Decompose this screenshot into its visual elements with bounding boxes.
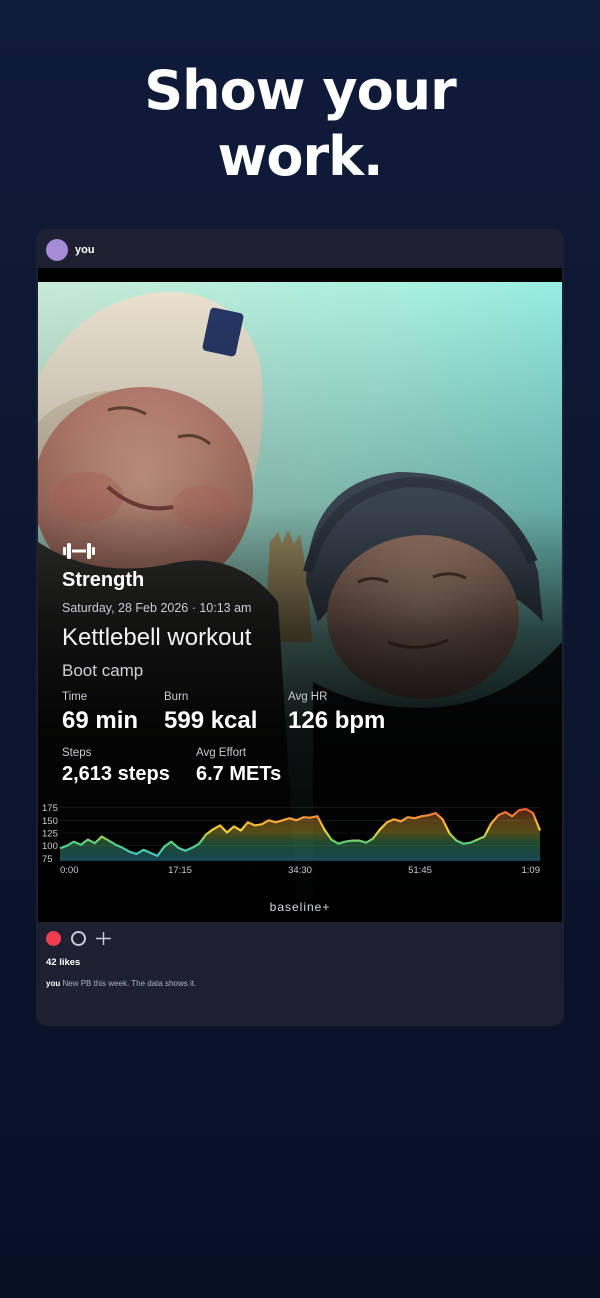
chart-x-tick-label: 34:30 [288,865,312,876]
metric-avg-hr-label: Avg HR [288,691,328,703]
likes-count: 42 likes [46,957,81,968]
avatar[interactable] [46,239,68,261]
brand-watermark: baseline+ [269,900,331,914]
headline-line-1: Show your [144,59,457,122]
plus-share-icon[interactable] [95,930,112,947]
workout-overlay: Strength Saturday, 28 Feb 2026 · 10:13 a… [38,282,562,922]
chart-x-tick-label: 17:15 [168,865,192,876]
metric-avg-effort-label: Avg Effort [196,747,247,759]
comment-ring-icon[interactable] [71,931,86,946]
chart-x-tick-label: 0:00 [60,865,79,876]
workout-subtitle: Boot camp [62,661,144,680]
metric-time-label: Time [62,691,88,703]
caption-username[interactable]: you [46,979,60,988]
metric-avg-hr-value: 126 bpm [288,707,386,734]
photo-top-strip [38,268,562,282]
chart-x-tick-label: 1:09 [522,865,541,876]
dumbbell-icon [63,543,95,559]
metric-burn-value: 599 kcal [164,707,258,734]
chart-y-tick-label: 175 [42,803,58,814]
post-header: you [36,229,564,269]
post-photo[interactable]: Strength Saturday, 28 Feb 2026 · 10:13 a… [38,282,562,922]
metric-steps-value: 2,613 steps [62,763,170,785]
workout-type: Strength [62,569,145,591]
workout-name: Kettlebell workout [62,624,252,651]
chart-y-tick-label: 75 [42,854,53,865]
chart-y-tick-label: 100 [42,841,58,852]
chart-y-tick-label: 125 [42,829,58,840]
metric-steps-label: Steps [62,747,92,759]
social-post-card: you Strength Saturday, 28 Feb 2026 · 10:… [36,229,564,1026]
heart-rate-chart: 175 150 125100 75 0:00 17:15 34:30 51:45 1:09 [42,803,542,876]
workout-datetime: Saturday, 28 Feb 2026 · 10:13 am [62,601,252,615]
headline-line-2: work. [217,125,383,188]
metric-avg-effort-value: 6.7 METs [196,763,282,785]
post-caption: you New PB this week. The data shows it. [46,979,196,988]
chart-y-tick-label: 150 [42,816,58,827]
post-username[interactable]: you [75,244,95,256]
metric-burn-label: Burn [164,691,189,703]
caption-text: New PB this week. The data shows it. [62,979,197,988]
headline: Show your work. [0,58,600,190]
chart-x-tick-label: 51:45 [408,865,432,876]
metric-time-value: 69 min [62,707,139,734]
heart-dot-icon[interactable] [46,931,61,946]
